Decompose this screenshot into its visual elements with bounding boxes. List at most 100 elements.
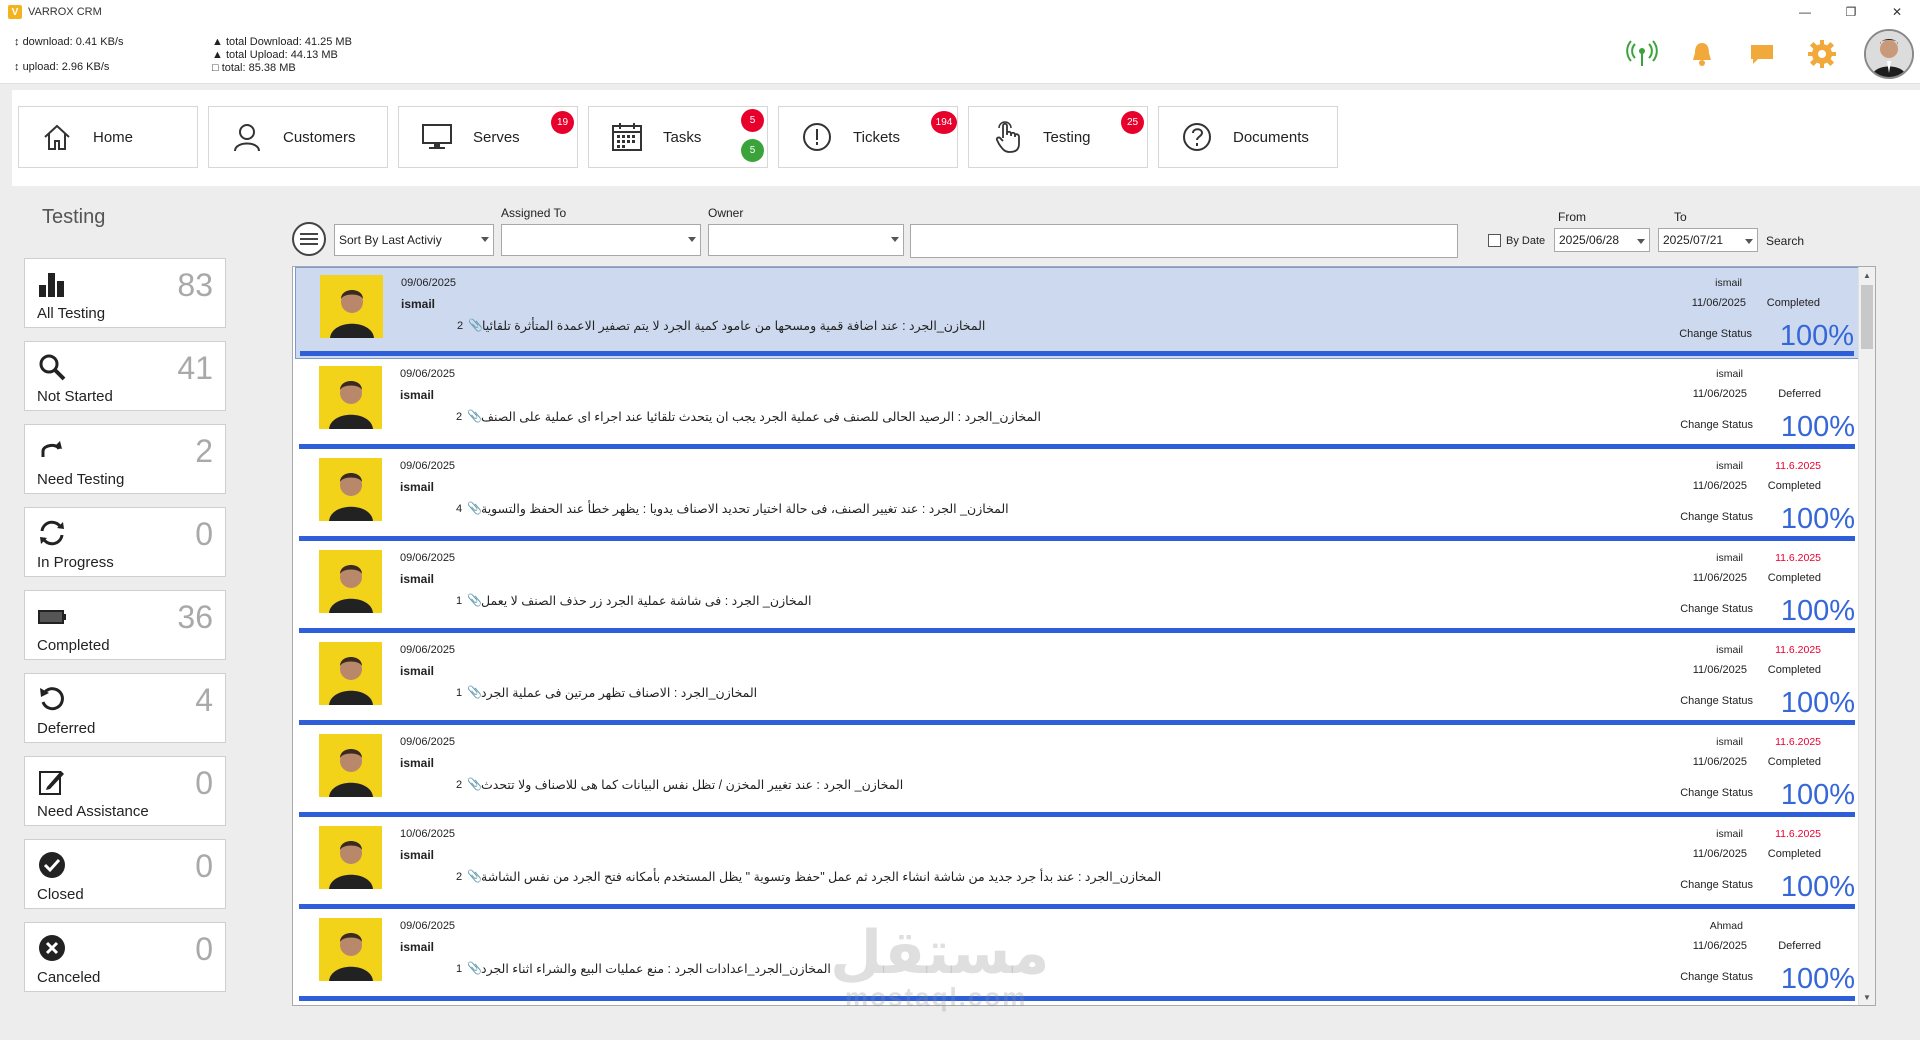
page-title: Testing [42,206,106,228]
created-date: 09/06/2025 [400,460,456,472]
filter-menu-button[interactable] [292,222,326,256]
bar-chart-icon [37,269,67,299]
nav-documents-button[interactable]: Documents [1158,106,1338,168]
connection-signal-icon[interactable] [1624,36,1660,72]
scroll-up-icon[interactable]: ▲ [1859,267,1875,283]
completed-date: 11/06/2025 [1692,480,1747,492]
stat-count: 0 [195,765,213,801]
nav-tasks-button[interactable]: Tasks 5 5 [588,106,768,168]
to-date-picker[interactable]: 2025/07/21 [1658,228,1758,252]
testing-row[interactable]: 09/06/2025 ismail 2 📎 المخازن_الجرد : عند اض… [295,267,1859,359]
user-avatar[interactable] [1864,29,1914,79]
testing-row[interactable]: 09/06/2025 ismail 4 📎 المخازن_ الجرد : عند ت… [295,451,1859,543]
search-button[interactable]: Search [1766,234,1804,248]
stat-card-in-progress[interactable]: 0 In Progress [24,507,226,577]
sort-select[interactable]: Sort By Last Activiy [334,224,494,256]
stat-card-completed[interactable]: 36 Completed [24,590,226,660]
stat-card-not-started[interactable]: 41 Not Started [24,341,226,411]
progress-percent: 100% [1780,503,1855,535]
stat-card-all-testing[interactable]: 83 All Testing [24,258,226,328]
change-status-link[interactable]: Change Status [1680,511,1753,523]
created-date: 09/06/2025 [401,277,457,289]
gear-icon[interactable] [1804,36,1840,72]
stat-card-need-testing[interactable]: 2 Need Testing [24,424,226,494]
attachment-count: 2 [456,779,463,791]
restore-icon[interactable]: ❐ [1828,0,1874,24]
vertical-scrollbar[interactable]: ▲ ▼ [1858,267,1875,1005]
change-status-link[interactable]: Change Status [1680,603,1753,615]
owner-name: ismail [400,664,435,678]
testing-list: 09/06/2025 ismail 2 📎 المخازن_الجرد : عند اض… [292,266,1876,1006]
attachment-count: 2 [456,871,463,883]
owner-select[interactable] [708,224,904,256]
change-status-link[interactable]: Change Status [1680,879,1753,891]
change-status-link[interactable]: Change Status [1680,695,1753,707]
status-label: Deferred [1778,940,1821,952]
nav-testing-button[interactable]: Testing 25 [968,106,1148,168]
completed-date: 11/06/2025 [1692,388,1747,400]
stat-card-canceled[interactable]: 0 Canceled [24,922,226,992]
download-rate-text: download: 0.41 KB/s [22,36,124,48]
created-date: 10/06/2025 [400,828,456,840]
search-input[interactable] [910,224,1458,258]
owner-avatar [319,366,382,429]
testing-row[interactable]: 09/06/2025 ismail 1 📎 المخازن_ الجرد : فى شا… [295,543,1859,635]
stat-label: Not Started [37,388,113,405]
stat-count: 0 [195,516,213,552]
change-status-link[interactable]: Change Status [1680,419,1753,431]
status-label: Completed [1767,664,1821,676]
testing-row[interactable]: 09/06/2025 ismail 2 📎 المخازن_الجرد : الرصيد… [295,359,1859,451]
testing-row[interactable]: 10/06/2025 ismail 2 📎 المخازن_الجرد : عند بد… [295,819,1859,911]
nav-tasks-label: Tasks [663,128,702,146]
edit-icon [37,767,67,797]
stat-count: 36 [177,599,213,635]
owner-avatar [319,458,382,521]
scroll-thumb[interactable] [1861,285,1873,349]
bell-icon[interactable] [1684,36,1720,72]
testing-count-badge: 25 [1121,111,1144,134]
assignee-name: ismail [1716,644,1743,656]
nav-home-button[interactable]: Home [18,106,198,168]
assignee-name: ismail [1716,368,1743,380]
to-label: To [1674,210,1687,224]
status-label: Completed [1767,572,1821,584]
testing-row[interactable]: 09/06/2025 ismail 2 📎 المخازن_ الجرد : عند ت… [295,727,1859,819]
assignee-name: ismail [1716,828,1743,840]
stat-count: 41 [177,350,213,386]
minimize-icon[interactable]: — [1782,0,1828,24]
assignee-name: ismail [1715,277,1742,289]
change-status-link[interactable]: Change Status [1680,787,1753,799]
close-icon[interactable]: ✕ [1874,0,1920,24]
progress-percent: 100% [1780,779,1855,811]
chat-icon[interactable] [1744,36,1780,72]
stat-card-need-assistance[interactable]: 0 Need Assistance [24,756,226,826]
monitor-icon [417,117,457,157]
stat-card-closed[interactable]: 0 Closed [24,839,226,909]
paperclip-icon: 📎 [467,593,482,607]
paperclip-icon: 📎 [467,409,482,423]
completed-date: 11/06/2025 [1692,756,1747,768]
stat-label: Canceled [37,969,101,986]
nav-serves-button[interactable]: Serves 19 [398,106,578,168]
progress-percent: 100% [1780,595,1855,627]
hand-pointer-icon [987,117,1027,157]
nav-customers-button[interactable]: Customers [208,106,388,168]
from-date-picker[interactable]: 2025/06/28 [1554,228,1650,252]
nav-tickets-button[interactable]: Tickets 194 [778,106,958,168]
testing-row[interactable]: 09/06/2025 ismail 1 📎 المخازن_الجرد_اعدادات … [295,911,1859,1003]
completed-date: 11/06/2025 [1691,297,1746,309]
testing-row[interactable]: 09/06/2025 ismail 1 📎 المخازن_الجرد : الاصنا… [295,635,1859,727]
total-download: ▲ total Download: 41.25 MB [212,36,352,48]
assigned-to-select[interactable] [501,224,701,256]
owner-name: ismail [400,572,435,586]
paperclip-icon: 📎 [467,501,482,515]
stat-card-deferred[interactable]: 4 Deferred [24,673,226,743]
owner-name: ismail [400,848,435,862]
by-date-checkbox[interactable] [1488,234,1501,247]
app-logo-letter: V [11,6,19,18]
progress-bar [299,996,1855,1001]
scroll-down-icon[interactable]: ▼ [1859,989,1875,1005]
change-status-link[interactable]: Change Status [1680,971,1753,983]
change-status-link[interactable]: Change Status [1679,328,1752,340]
stat-count: 0 [195,931,213,967]
